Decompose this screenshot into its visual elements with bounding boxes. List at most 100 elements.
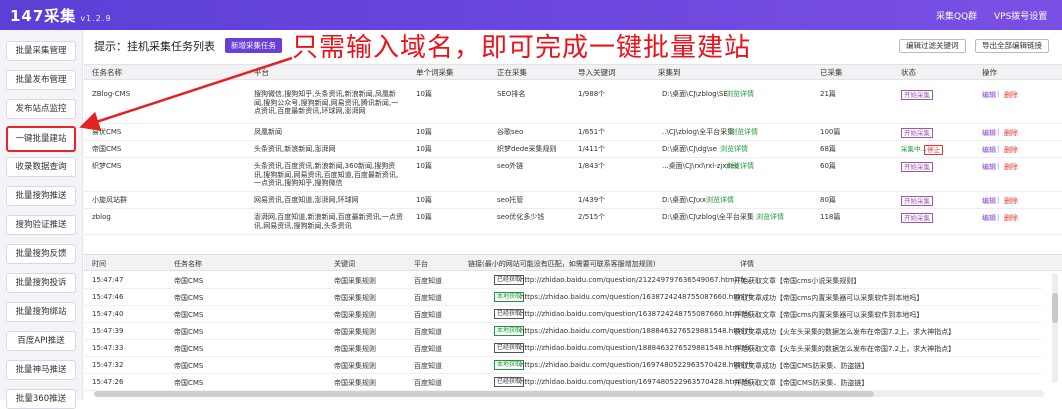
start-collect-button[interactable]: 开始采集 bbox=[901, 196, 933, 206]
collecting-status: 采集中... bbox=[901, 145, 927, 153]
log-panel: 时间 任务名称 关键词 平台 链接(最小的网站可能没有匹配，如需要可联系客服增加… bbox=[84, 254, 1062, 400]
task-collecting: 谷歌seo bbox=[497, 128, 524, 136]
log-task: 帝国CMS bbox=[174, 362, 204, 370]
sidebar-item-sogou-verify-push[interactable]: 搜狗验证推送 bbox=[6, 215, 76, 235]
log-horizontal-scrollbar[interactable] bbox=[94, 391, 1044, 397]
task-collecting: seo优化多少钱 bbox=[497, 213, 545, 221]
log-detail: 获取文章成功【帝国cms内置采集器可以采集软件到本地吗】 bbox=[734, 294, 924, 302]
task-collecting: SEO排名 bbox=[497, 90, 526, 98]
edit-filter-keywords-button[interactable]: 编辑过滤关键词 bbox=[899, 39, 966, 53]
action-separator: | bbox=[997, 145, 1000, 153]
task-collecting: 织梦dede采集规则 bbox=[497, 145, 557, 153]
delete-button[interactable]: 删除 bbox=[1004, 213, 1018, 223]
sidebar-item-sogou-complaint[interactable]: 批量搜狗投诉 bbox=[6, 273, 76, 293]
sidebar-item-batch-publish[interactable]: 批量发布管理 bbox=[6, 70, 76, 90]
edit-button[interactable]: 编辑 bbox=[982, 145, 996, 155]
sidebar-item-baidu-api-push[interactable]: 百度API推送 bbox=[6, 331, 76, 351]
task-collected: 68篇 bbox=[820, 145, 836, 153]
delete-button[interactable]: 删除 bbox=[1004, 128, 1018, 138]
delete-button[interactable]: 删除 bbox=[1004, 196, 1018, 206]
log-table-header: 时间 任务名称 关键词 平台 链接(最小的网站可能没有匹配，如需要可联系客服增加… bbox=[84, 255, 1062, 271]
task-platforms: 凤凰新闻 bbox=[254, 128, 282, 136]
log-col-link: 链接(最小的网站可能没有匹配，如需要可联系客服增加规则) bbox=[468, 260, 656, 268]
sidebar-item-sogou-bind[interactable]: 批量搜狗绑站 bbox=[6, 302, 76, 322]
log-vertical-scrollbar[interactable] bbox=[1052, 273, 1058, 383]
col-collecting: 正在采集 bbox=[497, 68, 527, 77]
table-row: 织梦CMS 头条资讯,百度资讯,新浪新闻,360新闻,搜狗资讯,搜狗新闻,网易资… bbox=[84, 158, 1062, 192]
scrollbar-thumb[interactable] bbox=[1052, 293, 1058, 323]
edit-button[interactable]: 编辑 bbox=[982, 90, 996, 100]
edit-button[interactable]: 编辑 bbox=[982, 196, 996, 206]
task-table-header: 任务名称 平台 单个词采集 正在采集 导入关键词 采集到 已采集 状态 操作 bbox=[84, 64, 1062, 80]
task-name: 帝国CMS bbox=[92, 145, 122, 153]
log-detail: 开始获取文章【帝国cms小说采集规则】 bbox=[734, 277, 861, 285]
log-detail: 开始获取文章【火车头采集的数据怎么发布在帝国7.2上，求大神指点】 bbox=[734, 345, 956, 353]
log-detail: 获取文章成功【帝国CMS防采集、防盗链】 bbox=[734, 362, 869, 370]
log-url[interactable]: https://zhidao.baidu.com/question/188846… bbox=[520, 327, 760, 335]
sidebar-item-sogou-push[interactable]: 批量搜狗推送 bbox=[6, 186, 76, 206]
sidebar-item-index-query[interactable]: 收录数据查询 bbox=[6, 157, 76, 177]
col-collected: 已采集 bbox=[820, 68, 843, 77]
task-platforms: 头条资讯,百度资讯,新浪新闻,360新闻,搜狗资讯,搜狗新闻,网易资讯,百度知道… bbox=[254, 162, 399, 187]
col-dest: 采集到 bbox=[658, 68, 681, 77]
sidebar: 批量采集管理 批量发布管理 发布站点监控 一键批量建站 收录数据查询 批量搜狗推… bbox=[0, 30, 83, 409]
task-dest-link[interactable]: 浏览详情 bbox=[720, 145, 748, 154]
export-edit-links-button[interactable]: 导出全部编辑链接 bbox=[975, 39, 1049, 53]
sidebar-item-360-push[interactable]: 批量360推送 bbox=[6, 389, 76, 409]
app-version: v1.2.9 bbox=[80, 14, 112, 23]
new-task-button[interactable]: 新增采集任务 bbox=[225, 38, 282, 53]
task-dest: ..\CJ\zblog\全平台采集 bbox=[662, 128, 735, 136]
start-collect-button[interactable]: 开始采集 bbox=[901, 90, 933, 100]
start-collect-button[interactable]: 开始采集 bbox=[901, 213, 933, 223]
log-task: 帝国CMS bbox=[174, 345, 204, 353]
log-keyword: 帝国采集规则 bbox=[334, 379, 376, 387]
sidebar-item-sogou-feedback[interactable]: 批量搜狗反馈 bbox=[6, 244, 76, 264]
log-time: 15:47:40 bbox=[92, 310, 124, 318]
col-per-word: 单个词采集 bbox=[416, 68, 454, 77]
log-time: 15:47:39 bbox=[92, 327, 124, 335]
log-url[interactable]: https://zhidao.baidu.com/question/169748… bbox=[520, 361, 760, 369]
log-time: 15:47:26 bbox=[92, 378, 124, 386]
start-collect-button[interactable]: 开始采集 bbox=[901, 162, 933, 172]
task-keywords: 2/515个 bbox=[578, 213, 606, 221]
task-dest-link[interactable]: 浏览详情 bbox=[726, 90, 754, 99]
sidebar-item-shenma-push[interactable]: 批量神马推送 bbox=[6, 360, 76, 380]
edit-button[interactable]: 编辑 bbox=[982, 213, 996, 223]
table-row: 帝国CMS 头条资讯,新浪新闻,澎湃网 10篇 织梦dede采集规则 1/411… bbox=[84, 141, 1062, 158]
task-dest-link[interactable]: 浏览详情 bbox=[756, 213, 784, 222]
log-url[interactable]: http://zhidao.baidu.com/question/2122497… bbox=[520, 276, 752, 284]
task-dest-link[interactable]: 浏览详情 bbox=[726, 162, 754, 171]
col-status: 状态 bbox=[901, 68, 916, 77]
action-separator: | bbox=[997, 196, 1000, 204]
qq-group-link[interactable]: 采集QQ群 bbox=[936, 9, 977, 22]
delete-button[interactable]: 删除 bbox=[1004, 90, 1018, 100]
delete-button[interactable]: 删除 bbox=[1004, 145, 1018, 155]
log-platform: 百度知道 bbox=[414, 362, 442, 370]
log-row: 15:47:32 帝国CMS 帝国采集规则 百度知道 本地获取 https://… bbox=[84, 357, 1042, 374]
stop-button[interactable]: 停止 bbox=[924, 145, 943, 155]
log-row: 15:47:39 帝国CMS 帝国采集规则 百度知道 本地获取 https://… bbox=[84, 323, 1042, 340]
task-per-word: 10篇 bbox=[416, 213, 432, 221]
log-keyword: 帝国采集规则 bbox=[334, 328, 376, 336]
log-url[interactable]: http://zhidao.baidu.com/question/1697480… bbox=[520, 378, 756, 386]
sidebar-item-one-click-build[interactable]: 一键批量建站 bbox=[6, 126, 76, 152]
scrollbar-thumb[interactable] bbox=[94, 391, 874, 397]
log-detail: 开始获取文章【帝国cms内置采集器可以采集软件到本地吗】 bbox=[734, 311, 924, 319]
task-collected: 100篇 bbox=[820, 128, 841, 136]
sidebar-item-site-monitor[interactable]: 发布站点监控 bbox=[6, 99, 76, 119]
log-url[interactable]: https://zhidao.baidu.com/question/163872… bbox=[520, 293, 760, 301]
vps-dial-settings-link[interactable]: VPS拨号设置 bbox=[994, 9, 1047, 22]
task-dest-link[interactable]: 浏览详情 bbox=[706, 196, 734, 205]
log-url[interactable]: http://zhidao.baidu.com/question/1638724… bbox=[520, 310, 756, 318]
log-col-platform: 平台 bbox=[414, 260, 428, 268]
delete-button[interactable]: 删除 bbox=[1004, 162, 1018, 172]
task-dest-link[interactable]: 浏览详情 bbox=[730, 128, 758, 137]
edit-button[interactable]: 编辑 bbox=[982, 128, 996, 138]
sidebar-item-batch-collect[interactable]: 批量采集管理 bbox=[6, 41, 76, 61]
task-keywords: 1/439个 bbox=[578, 196, 606, 204]
task-keywords: 1/651个 bbox=[578, 128, 606, 136]
start-collect-button[interactable]: 开始采集 bbox=[901, 128, 933, 138]
edit-button[interactable]: 编辑 bbox=[982, 162, 996, 172]
log-url[interactable]: http://zhidao.baidu.com/question/1888463… bbox=[520, 344, 756, 352]
task-collected: 60篇 bbox=[820, 162, 836, 170]
